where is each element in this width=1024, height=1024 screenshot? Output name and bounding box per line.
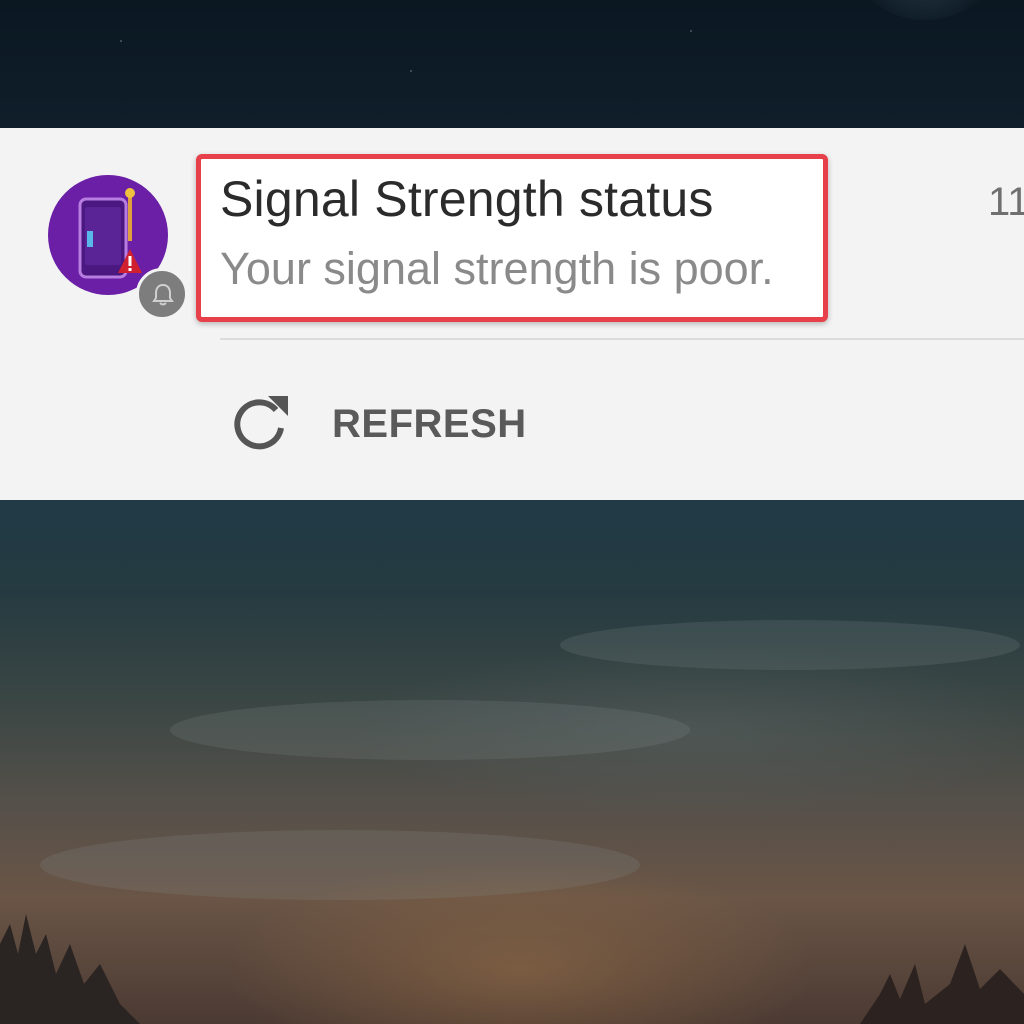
notification-bell-badge (136, 268, 188, 320)
cloud (170, 700, 690, 760)
star (410, 70, 412, 72)
wallpaper-landscape (0, 500, 1024, 1024)
notification-time: 11 (988, 180, 1024, 224)
star (690, 30, 692, 32)
moon-glow (850, 0, 1000, 20)
wallpaper-top (0, 0, 1024, 128)
notification-title: Signal Strength status (220, 171, 714, 227)
divider (220, 338, 1024, 340)
tree-silhouettes (0, 914, 1024, 1024)
cloud (560, 620, 1020, 670)
notification-message: Your signal strength is poor. (220, 243, 774, 294)
star (120, 40, 122, 42)
refresh-button[interactable]: REFRESH (226, 386, 536, 458)
refresh-icon (234, 396, 288, 450)
lock-screen: Signal Strength status Your signal stren… (0, 0, 1024, 1024)
refresh-label: REFRESH (332, 402, 527, 446)
bell-icon (152, 283, 174, 306)
